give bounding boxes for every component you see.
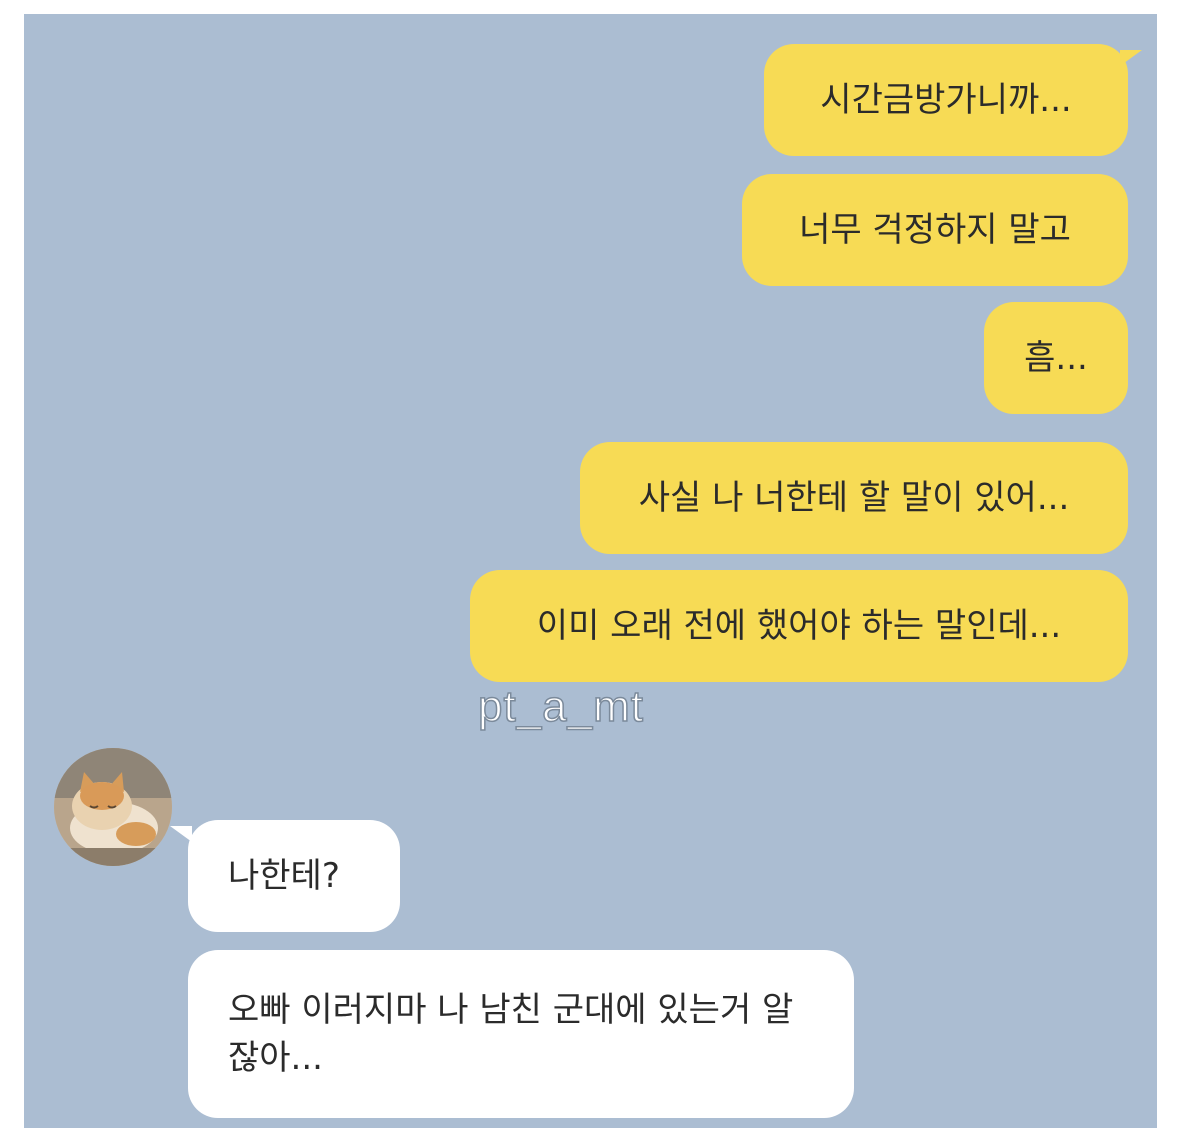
cat-avatar-icon (54, 748, 172, 866)
profile-avatar[interactable] (54, 748, 172, 866)
sent-message[interactable]: 사실 나 너한테 할 말이 있어... (580, 442, 1128, 554)
message-text: 시간금방가니까... (820, 80, 1072, 120)
message-text: 이미 오래 전에 했어야 하는 말인데... (536, 606, 1062, 646)
message-text: 오빠 이러지마 나 남친 군대에 있는거 알잖아... (228, 990, 794, 1078)
sent-message[interactable]: 흠... (984, 302, 1128, 414)
received-message[interactable]: 나한테? (188, 820, 400, 932)
message-text: 나한테? (228, 856, 340, 896)
sent-message[interactable]: 시간금방가니까... (764, 44, 1128, 156)
bubble-tail (1120, 50, 1142, 66)
received-message[interactable]: 오빠 이러지마 나 남친 군대에 있는거 알잖아... (188, 950, 854, 1118)
watermark: pt_a_mt (477, 681, 644, 732)
message-text: 사실 나 너한테 할 말이 있어... (638, 478, 1070, 518)
sent-message[interactable]: 너무 걱정하지 말고 (742, 174, 1128, 286)
sent-message[interactable]: 이미 오래 전에 했어야 하는 말인데... (470, 570, 1128, 682)
message-text: 너무 걱정하지 말고 (799, 210, 1071, 250)
message-text: 흠... (1024, 338, 1088, 378)
chat-area: 시간금방가니까... 너무 걱정하지 말고 흠... 사실 나 너한테 할 말이… (24, 14, 1157, 1128)
